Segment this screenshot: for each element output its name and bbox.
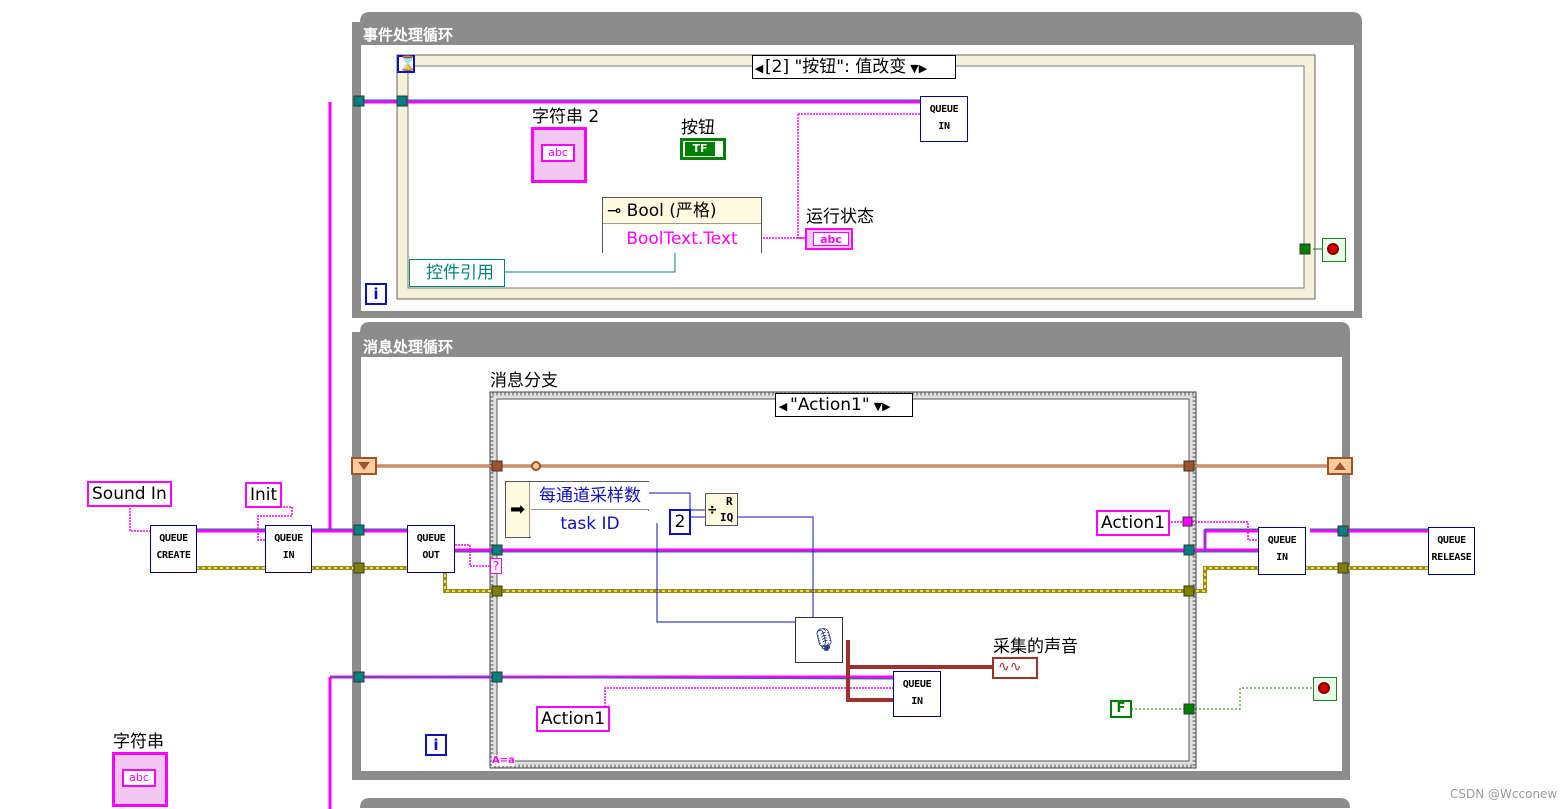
node-label-line: QUEUE <box>1437 535 1466 546</box>
property-node[interactable]: ⊸ Bool (严格) BoolText.Text <box>602 197 762 253</box>
message-loop-stop-terminal[interactable] <box>1313 677 1337 701</box>
quotient-label: IQ <box>720 511 734 524</box>
node-label-line: IN <box>938 121 950 132</box>
run-state-label: 运行状态 <box>806 207 874 227</box>
node-label-line: OUT <box>422 550 440 561</box>
action1-string-constant-bottom[interactable]: Action1 <box>536 706 611 732</box>
queue-out-node[interactable]: QUEUE OUT <box>407 525 455 573</box>
node-label-line: QUEUE <box>1267 535 1297 546</box>
waveform-indicator[interactable]: ∿∿ <box>992 657 1038 679</box>
case-queue-in-node[interactable]: QUEUE IN <box>893 671 941 717</box>
case-tunnel-default: A=a <box>492 755 515 766</box>
event-queue-in-node[interactable]: QUEUE IN <box>920 96 968 142</box>
button-terminal[interactable]: TF <box>680 138 726 160</box>
event-case-label: [2] "按钮": 值改变 <box>765 57 907 77</box>
node-label-line: QUEUE <box>274 533 303 544</box>
case-selector[interactable]: ◀ "Action1" ▼▶ <box>775 393 913 417</box>
string-icon: abc <box>541 144 575 162</box>
false-constant[interactable]: F <box>1110 700 1132 718</box>
decrement-arrow-icon[interactable]: ◀ <box>776 396 790 418</box>
divide-icon: ÷ <box>708 502 717 518</box>
node-label-line: QUEUE <box>929 104 959 115</box>
node-label-line: IN <box>911 696 923 707</box>
node-label-line: QUEUE <box>416 533 446 544</box>
waveform-icon: ∿∿ <box>998 659 1022 675</box>
node-label-line: IN <box>1276 552 1288 563</box>
node-label-line: CREATE <box>156 550 191 561</box>
node-label-line: IN <box>282 550 295 561</box>
property-node-header: ⊸ Bool (严格) <box>603 198 761 224</box>
unbundle-item-1[interactable]: 每通道采样数 <box>531 482 649 510</box>
node-label-line: QUEUE <box>902 679 932 690</box>
control-ref-terminal[interactable]: 控件引用 <box>409 259 505 287</box>
boolean-icon: TF <box>685 142 715 156</box>
event-timeout-icon[interactable]: ⌛ <box>397 55 416 73</box>
init-constant[interactable]: Init <box>245 482 283 508</box>
case-structure-label: 消息分支 <box>490 371 558 391</box>
increment-arrow-icon[interactable]: ▶ <box>919 62 927 75</box>
message-loop-iteration-terminal: i <box>425 734 447 756</box>
queue-in-right-node[interactable]: QUEUE IN <box>1258 527 1306 575</box>
unbundle-item-2[interactable]: task ID <box>531 511 649 538</box>
event-case-selector[interactable]: ◀ [2] "按钮": 值改变 ▼▶ <box>752 55 956 79</box>
unbundle-by-name-node[interactable]: ➡ 每通道采样数 task ID <box>505 481 649 538</box>
constant-two[interactable]: 2 <box>669 509 691 535</box>
increment-arrow-icon[interactable]: ▶ <box>882 400 890 413</box>
remainder-label: R <box>726 495 733 508</box>
string2-label: 字符串 2 <box>532 107 600 127</box>
queue-create-node[interactable]: QUEUE CREATE <box>150 525 197 573</box>
property-node-item[interactable]: BoolText.Text <box>603 225 761 253</box>
string-indicator-icon: abc <box>813 232 849 246</box>
queue-in-left-node[interactable]: QUEUE IN <box>265 525 312 573</box>
dropdown-arrow-icon[interactable]: ▼ <box>910 62 918 75</box>
unbundle-arrow-icon: ➡ <box>506 482 530 537</box>
microphone-icon: 🎙 <box>810 628 838 653</box>
node-label-line: QUEUE <box>159 533 188 544</box>
event-loop-stop-terminal[interactable] <box>1322 238 1346 262</box>
queue-release-node[interactable]: QUEUE RELEASE <box>1428 527 1475 575</box>
message-loop-title: 消息处理循环 <box>363 338 454 356</box>
control-ref-label: 控件引用 <box>426 263 494 283</box>
decrement-arrow-icon[interactable]: ◀ <box>753 58 765 80</box>
case-selector-label: "Action1" <box>790 395 870 415</box>
property-node-class: Bool (严格) <box>626 201 717 221</box>
run-state-indicator[interactable]: abc <box>805 228 853 250</box>
event-loop-title: 事件处理循环 <box>363 26 454 44</box>
sound-in-constant[interactable]: Sound In <box>87 481 172 507</box>
string2-terminal[interactable]: abc <box>531 127 587 183</box>
dropdown-arrow-icon[interactable]: ▼ <box>874 400 882 413</box>
string-icon: abc <box>122 769 156 787</box>
quotient-remainder-node[interactable]: R ÷ IQ <box>705 493 738 526</box>
key-icon: ⊸ <box>607 201 622 221</box>
sound-acquire-node[interactable]: 🎙 <box>795 617 843 663</box>
question-terminal: ? <box>490 558 502 574</box>
acquired-sound-label: 采集的声音 <box>993 637 1078 657</box>
watermark: CSDN @Wcconew <box>1450 787 1558 801</box>
event-loop-iteration-terminal: i <box>365 283 387 305</box>
string-label: 字符串 <box>113 732 164 752</box>
action1-string-constant-right[interactable]: Action1 <box>1096 510 1171 536</box>
button-label: 按钮 <box>681 118 715 138</box>
node-label-line: RELEASE <box>1431 552 1472 563</box>
string-terminal[interactable]: abc <box>112 752 168 807</box>
